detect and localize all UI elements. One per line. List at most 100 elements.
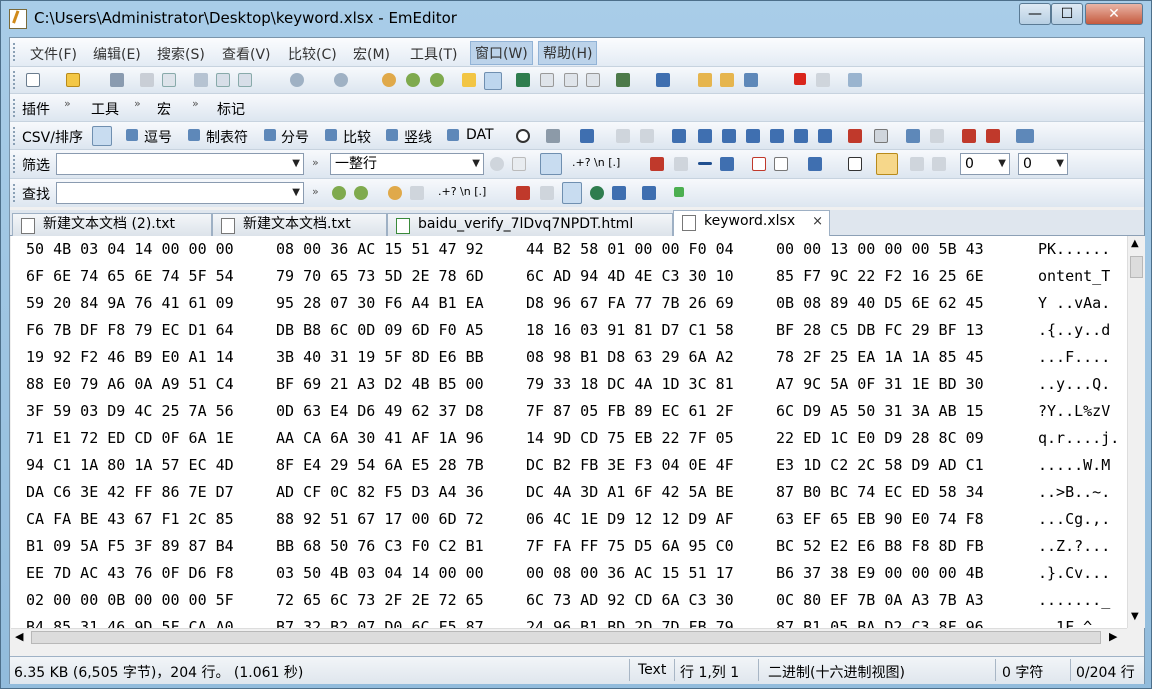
tab-baidu-verify-html[interactable]: baidu_verify_7lDvq7NPDT.html [387, 213, 673, 236]
hex-byte-group[interactable]: 24 96 B1 BD 2D 7D FB 79 [526, 618, 734, 628]
find-grip[interactable] [13, 184, 18, 202]
context-lines-after-select[interactable]: 0 ▼ [1018, 153, 1068, 175]
hex-byte-group[interactable]: 63 EF 65 EB 90 E0 74 F8 [776, 510, 984, 528]
chevron-down-icon[interactable]: ▼ [292, 154, 300, 174]
hex-byte-group[interactable]: 0D 63 E4 D6 49 62 37 D8 [276, 402, 484, 420]
plugins-grip[interactable] [13, 99, 18, 117]
menu-compare[interactable]: 比较(C) [288, 44, 337, 64]
csv-normal-mode-icon[interactable] [92, 126, 112, 146]
hex-ascii-column[interactable]: ...F.... [1038, 348, 1110, 366]
scroll-up-icon[interactable]: ▲ [1131, 238, 1139, 249]
hex-byte-group[interactable]: 95 28 07 30 F6 A4 B1 EA [276, 294, 484, 312]
chevron-down-icon[interactable]: ▼ [292, 183, 300, 203]
hex-byte-group[interactable]: 0B 08 89 40 D5 6E 62 45 [776, 294, 984, 312]
hex-byte-group[interactable]: 03 50 4B 03 04 14 00 00 [276, 564, 484, 582]
hex-byte-group[interactable]: 6C D9 A5 50 31 3A AB 15 [776, 402, 984, 420]
find-window-icon[interactable] [642, 186, 656, 200]
filter-direction-icon[interactable] [808, 157, 822, 171]
filter-more-icon[interactable]: » [312, 156, 319, 169]
hex-byte-group[interactable]: 0C 80 EF 7B 0A A3 7B A3 [776, 591, 984, 609]
csv-grip[interactable] [13, 127, 18, 145]
chevron-down-icon[interactable]: ▼ [1056, 154, 1064, 174]
more-options-icon[interactable] [1016, 129, 1034, 143]
csv-semicolon-button[interactable]: 分号 [281, 127, 309, 147]
encoding-icon[interactable] [616, 73, 630, 87]
paste-icon[interactable] [238, 73, 252, 87]
hex-byte-group[interactable]: DA C6 3E 42 FF 86 7E D7 [26, 483, 234, 501]
csv-pipe-button[interactable]: 竖线 [404, 127, 432, 147]
hex-byte-group[interactable]: 06 4C 1E D9 12 12 D9 AF [526, 510, 734, 528]
horizontal-scrollbar[interactable]: ◀ ▶ [11, 628, 1127, 646]
find-prev-button-icon[interactable] [354, 186, 368, 200]
find-incremental-icon[interactable] [590, 186, 604, 200]
plugins-chevron-icon[interactable]: » [64, 97, 71, 110]
wrap-icon[interactable] [516, 73, 530, 87]
hex-ascii-column[interactable]: .....W.M [1038, 456, 1110, 474]
menu-edit[interactable]: 编辑(E) [93, 44, 141, 64]
hex-byte-group[interactable]: 6C 73 AD 92 CD 6A C3 30 [526, 591, 734, 609]
menu-help[interactable]: 帮助(H) [538, 41, 598, 65]
hex-byte-group[interactable]: 00 00 13 00 00 00 5B 43 [776, 240, 984, 258]
csv-split-icon[interactable] [640, 129, 654, 143]
window-wrap-icon[interactable] [540, 73, 554, 87]
macros-chevron-icon[interactable]: » [192, 97, 199, 110]
tab-new-text-doc[interactable]: 新建文本文档.txt [212, 213, 387, 236]
find-count-icon[interactable] [410, 186, 424, 200]
hex-byte-group[interactable]: 88 E0 79 A6 0A A9 51 C4 [26, 375, 234, 393]
hex-byte-group[interactable]: DB B8 6C 0D 09 6D F0 A5 [276, 321, 484, 339]
filter-search-icon[interactable] [540, 153, 562, 175]
find-icon[interactable] [382, 73, 396, 87]
find-next-icon[interactable] [406, 73, 420, 87]
tools-chevron-icon[interactable]: » [134, 97, 141, 110]
horizontal-scroll-thumb[interactable] [31, 631, 1101, 644]
hex-ascii-column[interactable]: ?Y..L%zV [1038, 402, 1110, 420]
hex-byte-group[interactable]: B7 32 B2 07 D0 6C F5 87 [276, 618, 484, 628]
hex-byte-group[interactable]: 6F 6E 74 65 6E 74 5F 54 [26, 267, 234, 285]
menu-search[interactable]: 搜索(S) [157, 44, 205, 64]
hex-ascii-column[interactable]: .{..y..d [1038, 321, 1110, 339]
refresh-filter-icon[interactable] [490, 157, 504, 171]
hex-ascii-column[interactable]: Y ..vAa. [1038, 294, 1110, 312]
hex-byte-group[interactable]: B1 09 5A F5 3F 89 87 B4 [26, 537, 234, 555]
csv-columns-icon[interactable] [580, 129, 594, 143]
match-case-icon[interactable] [650, 157, 664, 171]
macros-label[interactable]: 宏 [157, 99, 171, 119]
numbering-icon[interactable] [986, 129, 1000, 143]
sort-z-a-icon[interactable] [698, 129, 712, 143]
hex-byte-group[interactable]: E3 1D C2 2C 58 D9 AD C1 [776, 456, 984, 474]
context-lines-before-select[interactable]: 0 ▼ [960, 153, 1010, 175]
hex-ascii-column[interactable]: PK...... [1038, 240, 1110, 258]
hex-ascii-column[interactable]: ......._ [1038, 591, 1110, 609]
hex-byte-group[interactable]: AA CA 6A 30 41 AF 1A 96 [276, 429, 484, 447]
scroll-down-icon[interactable]: ▼ [1131, 611, 1139, 622]
hex-byte-group[interactable]: 44 B2 58 01 00 00 F0 04 [526, 240, 734, 258]
hex-byte-group[interactable]: BF 28 C5 DB FC 29 BF 13 [776, 321, 984, 339]
csv-join-icon[interactable] [616, 129, 630, 143]
hex-ascii-column[interactable]: ontent_T [1038, 267, 1110, 285]
find-more-icon[interactable]: » [312, 185, 319, 198]
customize-icon[interactable] [698, 73, 712, 87]
find-input[interactable]: ▼ [56, 182, 304, 204]
title-bar[interactable]: C:\Users\Administrator\Desktop\keyword.x… [1, 1, 1151, 37]
menu-window[interactable]: 窗口(W) [470, 41, 533, 65]
sort-length-asc-icon[interactable] [770, 129, 784, 143]
macro-list-icon[interactable] [744, 73, 758, 87]
plugins-icon[interactable] [720, 73, 734, 87]
undo-icon[interactable] [290, 73, 304, 87]
hex-byte-group[interactable]: 14 9D CD 75 EB 22 7F 05 [526, 429, 734, 447]
filter-copy-icon[interactable] [932, 157, 946, 171]
hex-byte-group[interactable]: 7F FA FF 75 D5 6A 95 C0 [526, 537, 734, 555]
record-macro-icon[interactable] [794, 73, 806, 85]
hex-byte-group[interactable]: D8 96 67 FA 77 7B 26 69 [526, 294, 734, 312]
hex-byte-group[interactable]: 3F 59 03 D9 4C 25 7A 56 [26, 402, 234, 420]
hex-ascii-column[interactable]: ..>B..~. [1038, 483, 1110, 501]
menu-grip[interactable] [13, 43, 18, 61]
hex-byte-group[interactable]: 02 00 00 0B 00 00 00 5F [26, 591, 234, 609]
hex-byte-group[interactable]: B6 37 38 E9 00 00 00 4B [776, 564, 984, 582]
tab-new-text-doc-2[interactable]: 新建文本文档 (2).txt [12, 213, 212, 236]
csv-comma-button[interactable]: 逗号 [144, 127, 172, 147]
hex-byte-group[interactable]: 88 92 51 67 17 00 6D 72 [276, 510, 484, 528]
filter-advanced-icon[interactable] [774, 157, 788, 171]
hex-byte-group[interactable]: AD CF 0C 82 F5 D3 A4 36 [276, 483, 484, 501]
filter-input[interactable]: ▼ [56, 153, 304, 175]
